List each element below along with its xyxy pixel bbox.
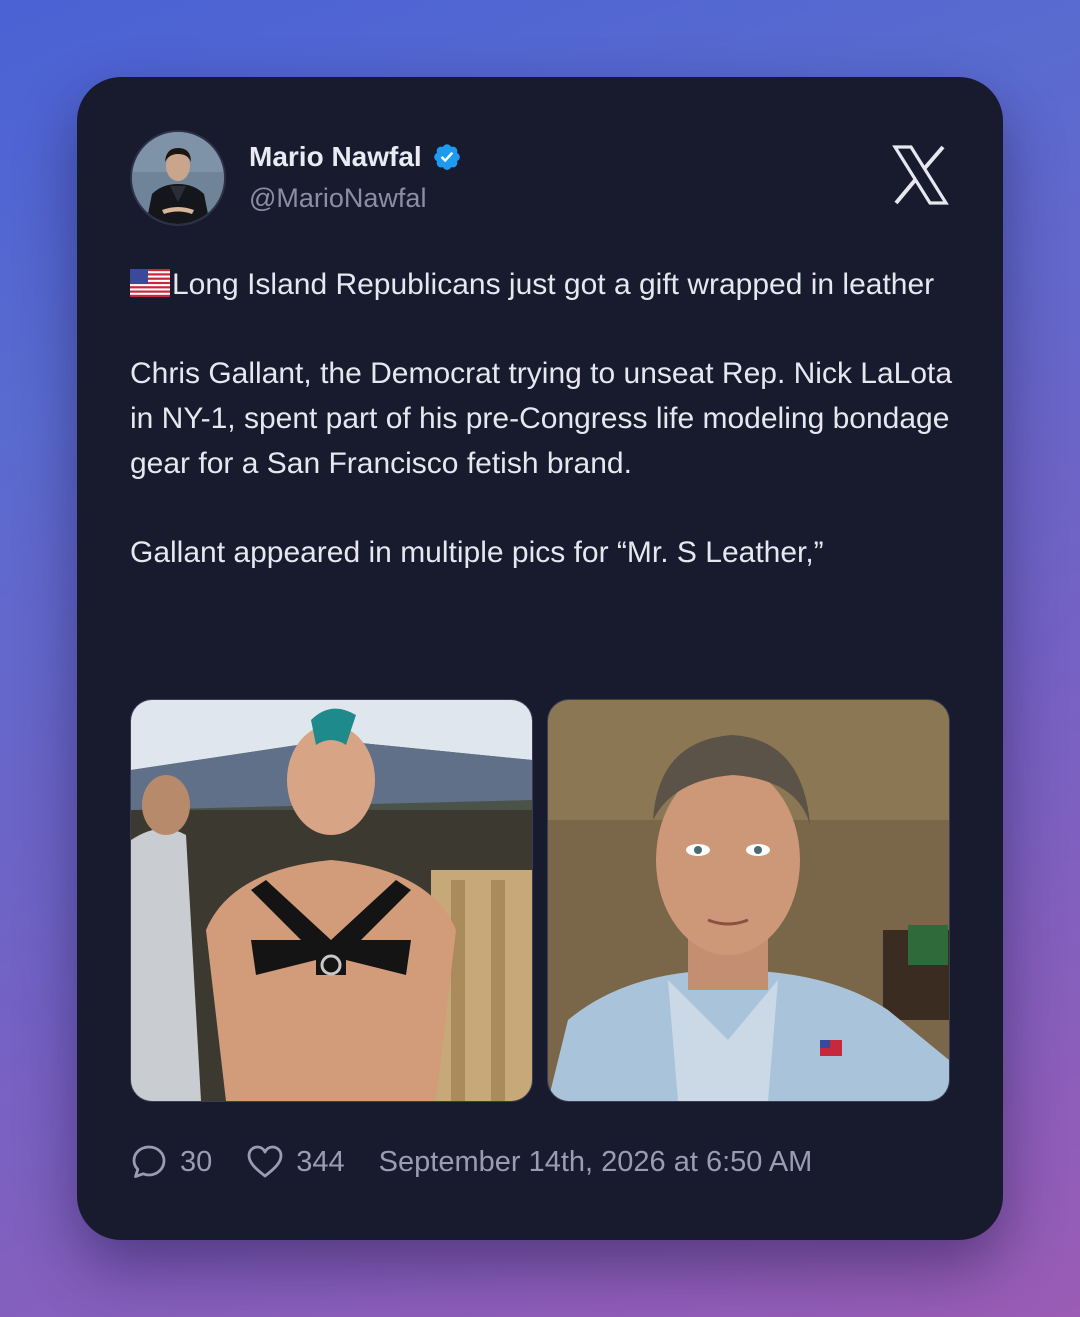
author-avatar[interactable] — [130, 130, 226, 226]
reply-count: 30 — [180, 1145, 213, 1178]
like-count: 344 — [296, 1145, 345, 1178]
heart-icon[interactable] — [246, 1144, 284, 1180]
tweet-paragraph-1-text: Long Island Republicans just got a gift … — [172, 268, 935, 301]
author-handle[interactable]: @MarioNawfal — [249, 183, 426, 214]
tweet-paragraph-2: Chris Gallant, the Democrat trying to un… — [130, 357, 953, 480]
tweet-body: Long Island Republicans just got a gift … — [130, 263, 960, 621]
tweet-footer: 30 344 September 14th, 2026 at 6:50 AM — [130, 1143, 812, 1181]
media-image-1[interactable] — [130, 699, 533, 1102]
photo-leather-harness — [131, 700, 532, 1101]
reply-stat[interactable]: 30 — [130, 1143, 212, 1181]
tweet-paragraph-3: Gallant appeared in multiple pics for “M… — [130, 536, 824, 570]
avatar-photo — [132, 132, 224, 224]
tweet-timestamp[interactable]: September 14th, 2026 at 6:50 AM — [379, 1146, 813, 1179]
verified-badge-icon — [433, 144, 460, 170]
author-name[interactable]: Mario Nawfal — [249, 141, 422, 173]
author-name-row: Mario Nawfal — [249, 141, 462, 173]
x-logo-icon[interactable] — [891, 145, 949, 205]
reply-icon[interactable] — [130, 1143, 168, 1181]
tweet-card: Mario Nawfal @MarioNawfal Long Island Re… — [77, 77, 1003, 1240]
photo-suit-selfie — [548, 700, 949, 1101]
like-stat[interactable]: 344 — [246, 1144, 345, 1180]
media-image-2[interactable] — [547, 699, 950, 1102]
tweet-paragraph-1: Long Island Republicans just got a gift … — [130, 263, 960, 308]
us-flag-icon — [130, 269, 170, 297]
